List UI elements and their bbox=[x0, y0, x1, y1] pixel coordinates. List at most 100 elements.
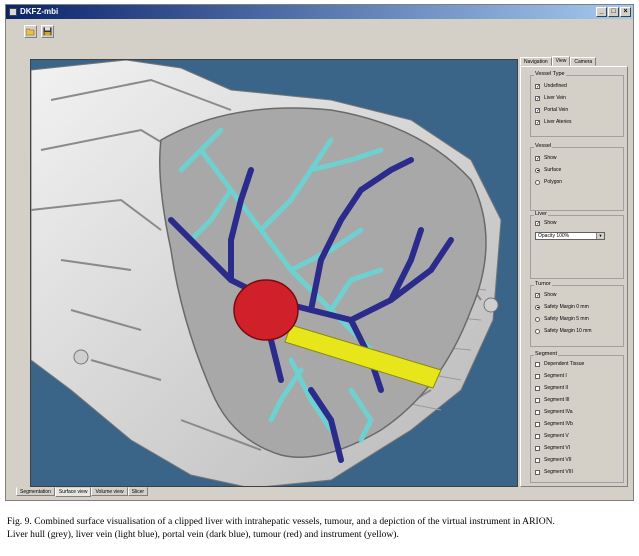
chevron-down-icon[interactable]: ▼ bbox=[596, 233, 604, 239]
vessel-group: Vessel ✓ Show Surface Polygon bbox=[530, 143, 624, 211]
checkbox-liver-vein[interactable]: ✓ Liver Vein bbox=[535, 95, 566, 101]
tab-segmentation[interactable]: Segmentation bbox=[16, 487, 55, 496]
checkbox-label: Undefined bbox=[544, 83, 567, 89]
radio-margin-5[interactable]: Safety Margin 5 mm bbox=[535, 316, 589, 322]
checkbox-segment[interactable]: Segment IVa bbox=[535, 409, 573, 415]
checkbox[interactable]: ✓ bbox=[535, 95, 540, 101]
checkbox-vessel-show[interactable]: ✓ Show bbox=[535, 155, 557, 161]
opacity-value: Opacity 100% bbox=[538, 233, 570, 239]
radio-button[interactable] bbox=[535, 304, 540, 310]
checkbox-undefined[interactable]: ✓ Undefined bbox=[535, 83, 567, 89]
checkbox-segment[interactable]: Segment I bbox=[535, 373, 567, 379]
radio-surface[interactable]: Surface bbox=[535, 167, 561, 173]
bottom-tabs: Segmentation Surface view Volume view Sl… bbox=[16, 487, 149, 497]
checkbox[interactable] bbox=[535, 445, 540, 451]
close-button[interactable]: × bbox=[620, 7, 631, 17]
checkbox-label: Segment VI bbox=[544, 445, 571, 451]
app-window: DKFZ-mbi _ □ × Navigation View Camera Ve… bbox=[5, 4, 634, 501]
radio-label: Safety Margin 0 mm bbox=[544, 304, 589, 310]
open-button[interactable] bbox=[24, 25, 37, 38]
checkbox-label: Show bbox=[544, 292, 557, 298]
vessel-type-group: Vessel Type ✓ Undefined ✓ Liver Vein ✓ Port… bbox=[530, 71, 624, 137]
small-fragment bbox=[73, 349, 89, 365]
radio-polygon[interactable]: Polygon bbox=[535, 179, 562, 185]
checkbox[interactable]: ✓ bbox=[535, 119, 540, 125]
checkbox-label: Segment IVb bbox=[544, 421, 573, 427]
checkbox-label: Segment I bbox=[544, 373, 567, 379]
checkbox[interactable] bbox=[535, 373, 540, 379]
checkbox-segment[interactable]: Segment VIII bbox=[535, 469, 573, 475]
liver-rendering bbox=[31, 60, 502, 486]
tab-surface-view[interactable]: Surface view bbox=[54, 487, 92, 497]
checkbox-segment[interactable]: Segment II bbox=[535, 385, 568, 391]
title-bar: DKFZ-mbi _ □ × bbox=[6, 5, 633, 19]
surface-view-3d[interactable] bbox=[30, 59, 518, 487]
radio-button[interactable] bbox=[535, 179, 540, 185]
save-button[interactable] bbox=[41, 25, 54, 38]
radio-button[interactable] bbox=[535, 328, 540, 334]
checkbox[interactable] bbox=[535, 397, 540, 403]
checkbox-label: Portal Vein bbox=[544, 107, 569, 113]
checkbox[interactable] bbox=[535, 433, 540, 439]
checkbox-segment[interactable]: Segment VII bbox=[535, 457, 572, 463]
checkbox-tumor-show[interactable]: ✓ Show bbox=[535, 292, 557, 298]
checkbox[interactable]: ✓ bbox=[535, 83, 540, 89]
radio-button[interactable] bbox=[535, 316, 540, 322]
checkbox[interactable]: ✓ bbox=[535, 155, 540, 161]
group-title: Segment bbox=[534, 351, 559, 357]
group-title: Vessel bbox=[534, 143, 553, 149]
checkbox[interactable] bbox=[535, 385, 540, 391]
checkbox-liver-show[interactable]: ✓ Show bbox=[535, 220, 557, 226]
tab-navigation[interactable]: Navigation bbox=[520, 57, 552, 66]
minimize-button[interactable]: _ bbox=[596, 7, 607, 17]
checkbox-label: Dependent Tissue bbox=[544, 361, 585, 367]
opacity-select[interactable]: Opacity 100% ▼ bbox=[535, 232, 605, 240]
radio-margin-0[interactable]: Safety Margin 0 mm bbox=[535, 304, 589, 310]
radio-label: Polygon bbox=[544, 179, 563, 185]
checkbox-segment[interactable]: Segment V bbox=[535, 433, 569, 439]
checkbox[interactable]: ✓ bbox=[535, 292, 540, 298]
checkbox-label: Segment IVa bbox=[544, 409, 573, 415]
checkbox-portal-vein[interactable]: ✓ Portal Vein bbox=[535, 107, 568, 113]
checkbox[interactable] bbox=[535, 421, 540, 427]
tab-view[interactable]: View bbox=[551, 56, 571, 66]
checkbox-segment[interactable]: Segment IVb bbox=[535, 421, 573, 427]
segment-group: Segment Dependent Tissue Segment I Segme… bbox=[530, 351, 624, 483]
checkbox-label: Liver Vein bbox=[544, 95, 566, 101]
radio-button[interactable] bbox=[535, 167, 540, 173]
open-folder-icon bbox=[26, 28, 35, 35]
checkbox-label: Show bbox=[544, 220, 557, 226]
checkbox-label: Segment V bbox=[544, 433, 569, 439]
radio-label: Surface bbox=[544, 167, 562, 173]
checkbox-liver-ateries[interactable]: ✓ Liver Ateries bbox=[535, 119, 572, 125]
tab-slicer[interactable]: Slicer bbox=[127, 487, 149, 496]
tumour bbox=[233, 279, 299, 341]
checkbox-segment[interactable]: Segment III bbox=[535, 397, 570, 403]
tab-camera[interactable]: Camera bbox=[570, 57, 597, 66]
checkbox-segment[interactable]: Dependent Tissue bbox=[535, 361, 584, 367]
checkbox-segment[interactable]: Segment VI bbox=[535, 445, 570, 451]
checkbox-label: Liver Ateries bbox=[544, 119, 572, 125]
group-title: Liver bbox=[534, 211, 548, 217]
checkbox-label: Segment VII bbox=[544, 457, 572, 463]
checkbox[interactable]: ✓ bbox=[535, 107, 540, 113]
save-icon bbox=[43, 27, 52, 36]
control-panel: Navigation View Camera Vessel Type ✓ Unde… bbox=[520, 56, 628, 487]
checkbox[interactable]: ✓ bbox=[535, 220, 540, 226]
radio-margin-10[interactable]: Safety Margin 10 mm bbox=[535, 328, 592, 334]
checkbox[interactable] bbox=[535, 469, 540, 475]
panel-body: Vessel Type ✓ Undefined ✓ Liver Vein ✓ Port… bbox=[520, 66, 628, 487]
liver-group: Liver ✓ Show Opacity 100% ▼ bbox=[530, 211, 624, 279]
app-icon bbox=[9, 8, 17, 16]
checkbox[interactable] bbox=[535, 457, 540, 463]
tab-volume-view[interactable]: Volume view bbox=[91, 487, 128, 496]
window-title: DKFZ-mbi bbox=[20, 7, 59, 16]
figure-caption: Fig. 9. Combined surface visualisation o… bbox=[7, 515, 635, 541]
maximize-button[interactable]: □ bbox=[608, 7, 619, 17]
checkbox[interactable] bbox=[535, 409, 540, 415]
checkbox-label: Segment VIII bbox=[544, 469, 573, 475]
checkbox-label: Segment III bbox=[544, 397, 570, 403]
checkbox[interactable] bbox=[535, 361, 540, 367]
radio-label: Safety Margin 5 mm bbox=[544, 316, 589, 322]
checkbox-label: Segment II bbox=[544, 385, 569, 391]
